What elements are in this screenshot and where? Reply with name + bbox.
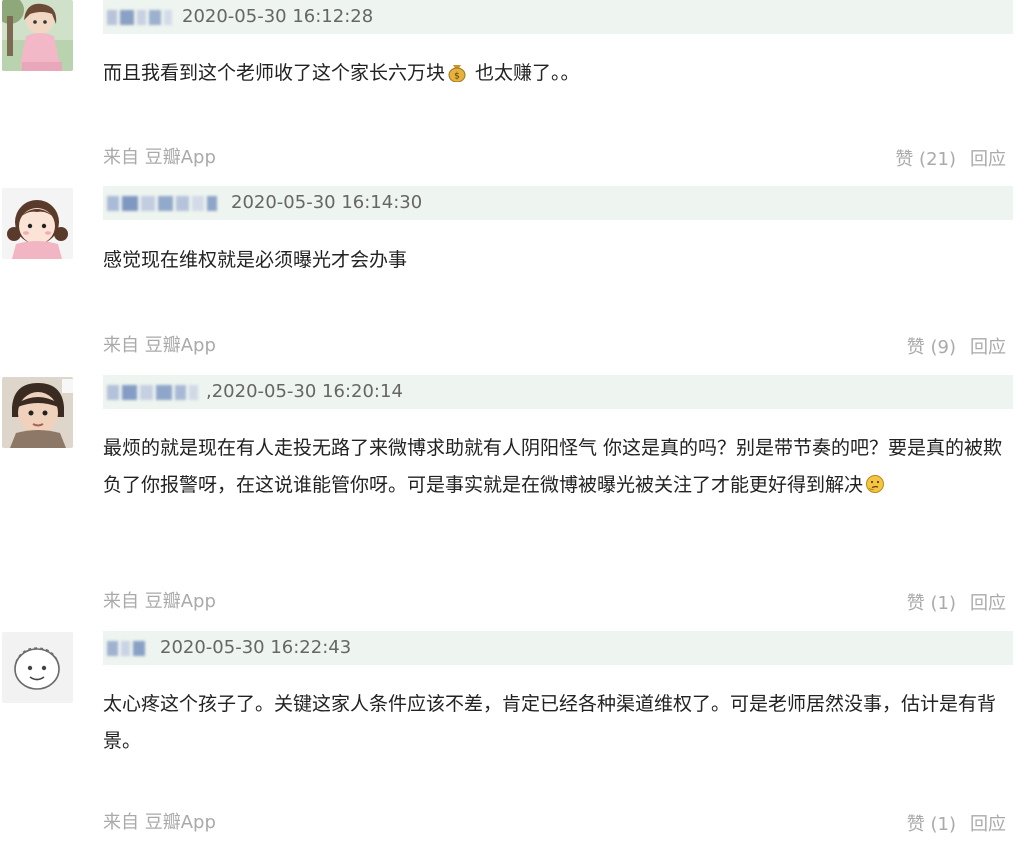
comment-actions: 赞 (21) 回应 — [895, 148, 1006, 172]
comment-header: 2020-05-30 16:14:30 — [103, 186, 1013, 220]
comment-footer: 来自 豆瓣App 赞 (9) 回应 — [103, 334, 1006, 358]
comment-text: 感觉现在维权就是必须曝光才会办事 — [103, 242, 1013, 279]
comment-timestamp: 2020-05-30 16:12:28 — [182, 6, 374, 27]
comment-item: 2020-05-30 16:14:30 感觉现在维权就是必须曝光才会办事 来自 … — [0, 186, 1020, 366]
comment-timestamp: 2020-05-30 16:14:30 — [231, 192, 423, 213]
like-button[interactable]: 赞 (9) — [907, 336, 956, 360]
like-button[interactable]: 赞 (1) — [907, 813, 956, 837]
source-label: 来自 豆瓣App — [103, 812, 216, 833]
avatar[interactable] — [2, 632, 73, 703]
comment-text: 而且我看到这个老师收了这个家长六万块 $ 也太赚了。。 — [103, 55, 1013, 92]
comment-timestamp: ,2020-05-30 16:20:14 — [206, 381, 403, 402]
reply-button[interactable]: 回应 — [970, 148, 1006, 172]
svg-text:$: $ — [454, 72, 460, 82]
source-label: 来自 豆瓣App — [103, 335, 216, 356]
comment-text-part: 感觉现在维权就是必须曝光才会办事 — [103, 249, 408, 271]
comment-text-part: 太心疼这个孩子了。关键这家人条件应该不差，肯定已经各种渠道维权了。可是老师居然没… — [103, 693, 997, 752]
username-blurred[interactable] — [107, 385, 198, 400]
reply-button[interactable]: 回应 — [970, 813, 1006, 837]
comment-timestamp: 2020-05-30 16:22:43 — [160, 637, 352, 658]
username-blurred[interactable] — [107, 10, 172, 25]
comment-header: ,2020-05-30 16:20:14 — [103, 375, 1013, 409]
comment-item: 2020-05-30 16:12:28 而且我看到这个老师收了这个家长六万块 $… — [0, 0, 1020, 180]
comment-text: 太心疼这个孩子了。关键这家人条件应该不差，肯定已经各种渠道维权了。可是老师居然没… — [103, 686, 1013, 760]
comment-header: 2020-05-30 16:12:28 — [103, 0, 1013, 34]
money-bag-icon: $ — [448, 65, 466, 82]
avatar[interactable] — [2, 377, 73, 448]
comment-actions: 赞 (9) 回应 — [907, 336, 1006, 360]
like-button[interactable]: 赞 (21) — [895, 148, 956, 172]
reply-button[interactable]: 回应 — [970, 336, 1006, 360]
comment-footer: 来自 豆瓣App 赞 (21) 回应 — [103, 146, 1006, 170]
username-blurred[interactable] — [107, 641, 145, 656]
thinking-face-icon — [866, 475, 885, 493]
comment-item: 2020-05-30 16:22:43 太心疼这个孩子了。关键这家人条件应该不差… — [0, 631, 1020, 845]
comment-actions: 赞 (1) 回应 — [907, 813, 1006, 837]
cartoon-girl-avatar-icon — [2, 188, 73, 259]
source-label: 来自 豆瓣App — [103, 591, 216, 612]
child-photo-avatar-icon — [2, 377, 73, 448]
comment-footer: 来自 豆瓣App 赞 (1) 回应 — [103, 590, 1006, 614]
like-button[interactable]: 赞 (1) — [907, 592, 956, 616]
avatar[interactable] — [2, 0, 73, 71]
comment-header: 2020-05-30 16:22:43 — [103, 631, 1013, 665]
username-blurred[interactable] — [107, 196, 217, 211]
source-label: 来自 豆瓣App — [103, 147, 216, 168]
comment-footer: 来自 豆瓣App 赞 (1) 回应 — [103, 811, 1006, 835]
comment-text: 最烦的就是现在有人走投无路了来微博求助就有人阴阳怪气 你这是真的吗？别是带节奏的… — [103, 430, 1013, 504]
comment-item: ,2020-05-30 16:20:14 最烦的就是现在有人走投无路了来微博求助… — [0, 375, 1020, 625]
comment-text-part: 也太赚了。。 — [469, 62, 580, 84]
comment-actions: 赞 (1) 回应 — [907, 592, 1006, 616]
cartoon-girl-avatar-icon — [2, 0, 73, 71]
comment-text-part: 而且我看到这个老师收了这个家长六万块 — [103, 62, 446, 84]
default-face-avatar-icon — [2, 632, 73, 703]
reply-button[interactable]: 回应 — [970, 592, 1006, 616]
avatar[interactable] — [2, 188, 73, 259]
